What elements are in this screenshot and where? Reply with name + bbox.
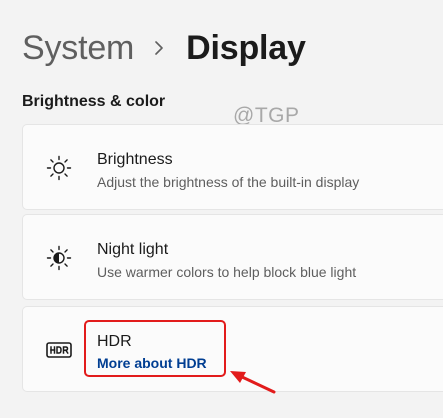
- brightness-title: Brightness: [97, 151, 173, 168]
- page-title: Display: [186, 28, 306, 67]
- chevron-right-icon: [146, 26, 172, 70]
- annotation-arrow: [230, 371, 276, 394]
- night-light-icon: [46, 245, 72, 271]
- night-light-title: Night light: [97, 241, 169, 258]
- night-light-setting-card[interactable]: Night light Use warmer colors to help bl…: [22, 214, 443, 300]
- highlight-box: [84, 320, 226, 377]
- hdr-icon: [46, 337, 72, 363]
- night-light-description: Use warmer colors to help block blue lig…: [97, 264, 357, 280]
- section-title: Brightness & color: [22, 93, 166, 110]
- breadcrumb-system[interactable]: System: [22, 29, 134, 68]
- brightness-setting-card[interactable]: Brightness Adjust the brightness of the …: [22, 124, 443, 210]
- breadcrumb: System Display: [22, 26, 306, 70]
- brightness-description: Adjust the brightness of the built-in di…: [97, 174, 360, 190]
- sun-icon: [46, 155, 72, 181]
